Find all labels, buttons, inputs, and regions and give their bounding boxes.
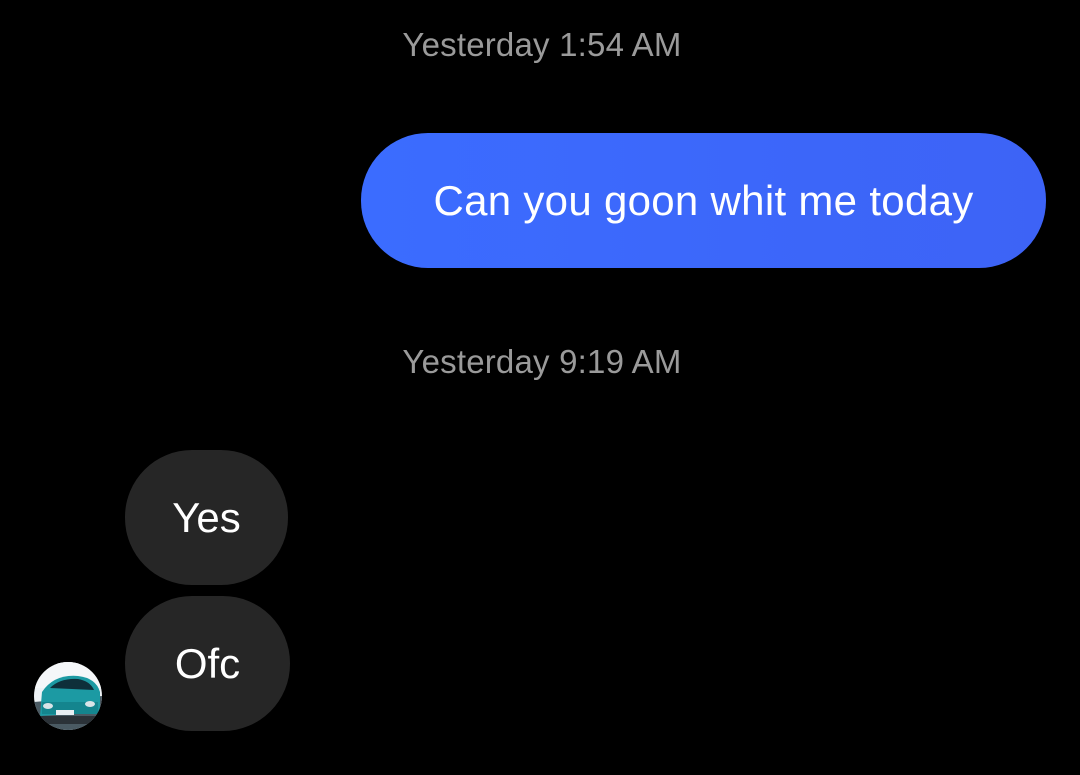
message-text: Ofc: [174, 639, 241, 687]
outgoing-message-bubble[interactable]: Can you goon whit me today: [361, 133, 1046, 268]
sender-avatar[interactable]: [34, 662, 102, 730]
timestamp: Yesterday 9:19 AM: [402, 343, 682, 380]
message-text: Yes: [172, 493, 241, 541]
message-text: Can you goon whit me today: [433, 176, 974, 224]
incoming-message-bubble[interactable]: Yes: [125, 450, 288, 585]
car-avatar-icon: [34, 662, 102, 730]
timestamp: Yesterday 1:54 AM: [402, 26, 682, 63]
incoming-message-bubble[interactable]: Ofc: [125, 596, 290, 731]
